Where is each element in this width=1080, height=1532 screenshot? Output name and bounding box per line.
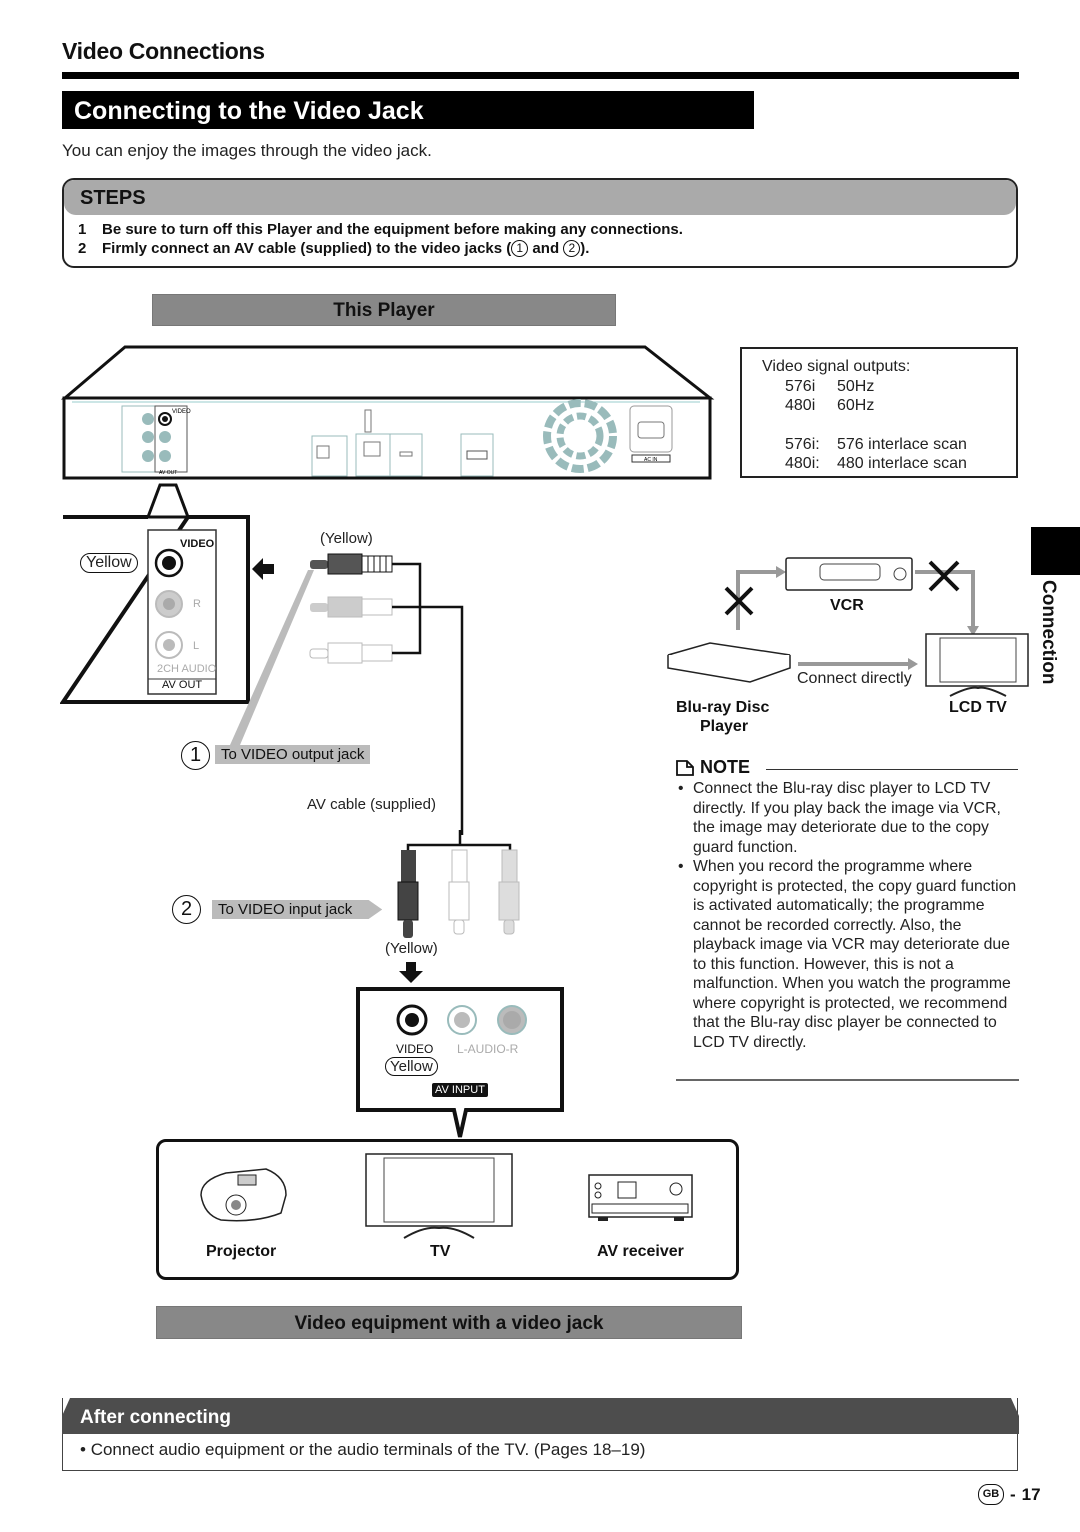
jack-pb <box>142 431 154 443</box>
signal-mode: 576i: <box>785 435 820 453</box>
section-tab-label: Connection <box>1038 580 1059 685</box>
audio-r-jack <box>159 431 171 443</box>
circled-number-2: 2 <box>563 240 581 257</box>
av-receiver-label: AV receiver <box>597 1243 684 1260</box>
blu-ray-player-label-line1: Blu-ray Disc <box>676 699 770 716</box>
tv-label: TV <box>430 1243 451 1260</box>
section-tab-marker <box>1031 527 1080 575</box>
note-title: NOTE <box>700 757 751 777</box>
region-badge: GB <box>978 1484 1004 1505</box>
yellow-plug-label-bottom: (Yellow) <box>385 940 438 957</box>
steps-box: STEPS 1 Be sure to turn off this Player a… <box>62 178 1018 268</box>
jack-pr <box>142 413 154 425</box>
panel-av-out-label: AV OUT <box>159 470 177 476</box>
step-text: and <box>528 240 564 257</box>
signal-title: Video signal outputs: <box>762 358 911 375</box>
lcd-tv-icon <box>925 633 1029 697</box>
ethernet-connector <box>364 409 372 433</box>
input-video-label: VIDEO <box>396 1042 434 1056</box>
note-item: Connect the Blu-ray disc player to LCD T… <box>676 779 1021 857</box>
projector-label: Projector <box>206 1243 277 1260</box>
step-text: ). <box>580 240 590 257</box>
vcr-label: VCR <box>830 597 864 614</box>
note-list: Connect the Blu-ray disc player to LCD T… <box>676 779 1021 1052</box>
yellow-tag: Yellow <box>80 553 138 573</box>
input-yellow-tag: Yellow <box>385 1057 438 1076</box>
blu-ray-player-label-line2: Player <box>700 718 749 735</box>
note-rule <box>766 769 1018 770</box>
zoom-av-out-label: AV OUT <box>162 679 203 691</box>
signal-mode: 576i <box>785 377 816 395</box>
steps-list: 1 Be sure to turn off this Player and the… <box>64 215 1016 258</box>
video-equipment-banner: Video equipment with a video jack <box>156 1306 742 1339</box>
arrow-down-icon <box>399 962 423 983</box>
player-rear-panel-illustration: VIDEO AV OUT AC IN <box>60 345 715 490</box>
intro-text: You can enjoy the images through the vid… <box>62 141 432 160</box>
av-cable-label: AV cable (supplied) <box>307 796 436 813</box>
cross-icon <box>928 560 960 592</box>
zoom-l-label: L <box>193 640 200 652</box>
red-plug-top <box>310 596 393 618</box>
signal-freq: 60Hz <box>837 397 875 414</box>
section-tab: Connection <box>1031 580 1061 690</box>
step-item: 1 Be sure to turn off this Player and the… <box>78 220 1016 239</box>
after-connecting-heading: After connecting <box>62 1398 1019 1434</box>
av-cable-bottom-plugs <box>397 830 520 938</box>
input-audio-label: L-AUDIO-R <box>457 1042 519 1056</box>
yellow-plug-bottom <box>397 850 419 938</box>
circled-number-1: 1 <box>181 741 210 770</box>
blu-ray-player-icon <box>667 642 791 683</box>
signal-def-row: 480i: 480 interlace scan <box>762 454 1016 474</box>
circled-number-2: 2 <box>172 895 201 924</box>
section-divider <box>62 72 1019 79</box>
player-top-outline <box>60 345 715 400</box>
signal-desc: 480 interlace scan <box>837 455 967 472</box>
vcr-icon <box>785 557 913 591</box>
projector-icon <box>200 1168 287 1222</box>
panel-ac-in-label: AC IN <box>644 457 658 463</box>
signal-desc: 576 interlace scan <box>837 435 967 453</box>
step-text: Firmly connect an AV cable (supplied) to… <box>102 240 512 257</box>
footer-separator: - <box>1010 1484 1016 1504</box>
audio-l-jack <box>159 450 171 462</box>
signal-mode: 480i: <box>785 455 820 472</box>
note-bottom-rule <box>676 1079 1019 1081</box>
signal-rate-row: 576i 50Hz <box>762 377 1016 397</box>
white-plug-bottom <box>448 849 470 935</box>
signal-def-row: 576i: 576 interlace scan <box>762 435 1016 455</box>
step-number: 1 <box>78 221 87 238</box>
note-icon <box>676 759 694 776</box>
signal-rate-row: 480i 60Hz <box>762 396 1016 416</box>
tv-icon <box>365 1153 513 1239</box>
red-plug-bottom <box>498 849 520 935</box>
white-plug-top <box>309 642 393 664</box>
circled-number-1: 1 <box>511 240 529 257</box>
page-title: Connecting to the Video Jack <box>62 91 754 129</box>
page-footer: GB - 17 <box>978 1484 1041 1505</box>
video-signal-outputs-box: Video signal outputs: 576i 50Hz 480i 60Hz … <box>740 347 1018 478</box>
panel-video-label: VIDEO <box>172 409 191 415</box>
signal-mode: 480i <box>785 397 816 414</box>
after-connecting-item: Connect audio equipment or the audio ter… <box>90 1440 646 1459</box>
this-player-banner: This Player <box>152 294 616 326</box>
page-number: 17 <box>1021 1484 1041 1504</box>
section-title: Video Connections <box>62 38 265 64</box>
av-input-label: AV INPUT <box>432 1083 488 1097</box>
step-number: 2 <box>78 240 87 257</box>
step1-callout: To VIDEO output jack <box>215 745 371 764</box>
step-item: 2 Firmly connect an AV cable (supplied) t… <box>78 239 1016 258</box>
lcd-tv-label: LCD TV <box>949 699 1007 716</box>
av-receiver-icon <box>588 1174 693 1221</box>
yellow-plug-top <box>310 553 393 575</box>
jack-y <box>142 450 154 462</box>
step-text: Be sure to turn off this Player and the … <box>102 221 683 238</box>
steps-heading: STEPS <box>64 180 1016 215</box>
signal-freq: 50Hz <box>837 377 875 395</box>
note-heading: NOTE <box>676 757 750 778</box>
step2-callout: To VIDEO input jack <box>212 900 383 919</box>
connect-directly-label: Connect directly <box>797 670 912 687</box>
after-connecting-text: • Connect audio equipment or the audio t… <box>80 1440 646 1459</box>
note-item: When you record the programme where copy… <box>676 857 1021 1052</box>
